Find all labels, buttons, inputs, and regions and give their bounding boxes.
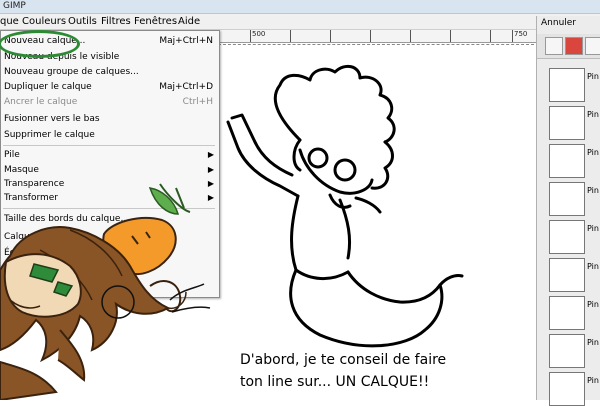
- character-illustration: [0, 183, 211, 400]
- caption-line-1: D'abord, je te conseil de faire: [240, 352, 447, 368]
- caption-line-2: ton line sur... UN CALQUE!!: [240, 374, 430, 390]
